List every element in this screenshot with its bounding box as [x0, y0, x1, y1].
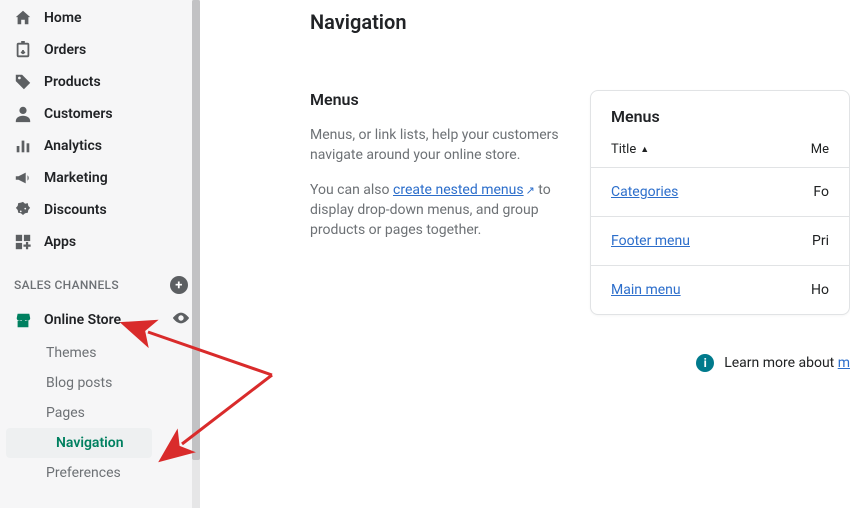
nav-online-store[interactable]: Online Store — [0, 302, 200, 338]
megaphone-icon — [14, 169, 36, 187]
nav-label: Customers — [44, 106, 113, 122]
bars-icon — [14, 137, 36, 155]
nav-label: Orders — [44, 42, 86, 58]
scrollbar-thumb[interactable] — [192, 0, 200, 460]
sort-asc-icon: ▲ — [640, 144, 649, 155]
home-icon — [14, 9, 36, 27]
subnav-blog-posts[interactable]: Blog posts — [0, 368, 200, 398]
nav-analytics[interactable]: Analytics — [0, 130, 200, 162]
tag-icon — [14, 73, 36, 91]
menus-card: Menus Title ▲ Me Categories Fo Footer me… — [590, 90, 850, 315]
subnav-pages[interactable]: Pages — [0, 398, 200, 428]
menus-paragraph-1: Menus, or link lists, help your customer… — [310, 125, 562, 166]
nav-customers[interactable]: Customers — [0, 98, 200, 130]
menus-description: Menus Menus, or link lists, help your cu… — [310, 90, 590, 254]
eye-icon[interactable] — [172, 309, 190, 331]
column-items-header[interactable]: Me — [811, 142, 829, 157]
subnav-navigation[interactable]: Navigation — [6, 428, 152, 458]
add-channel-button[interactable]: + — [170, 276, 188, 294]
learn-more-footer: i Learn more about m — [696, 354, 850, 372]
nav-orders[interactable]: Orders — [0, 34, 200, 66]
menus-heading: Menus — [310, 90, 562, 109]
nav-home[interactable]: Home — [0, 2, 200, 34]
orders-icon — [14, 41, 36, 59]
subnav-themes[interactable]: Themes — [0, 338, 200, 368]
learn-more-link[interactable]: m — [838, 355, 850, 371]
menu-link-categories[interactable]: Categories — [611, 184, 813, 200]
card-heading: Menus — [591, 91, 849, 130]
sales-channels-header: SALES CHANNELS + — [0, 258, 200, 302]
sidebar: Home Orders Products Customers Analytics… — [0, 0, 200, 508]
nav-label: Home — [44, 10, 82, 26]
menu-link-footer[interactable]: Footer menu — [611, 233, 812, 249]
menu-items-cell: Ho — [811, 282, 829, 298]
nav-products[interactable]: Products — [0, 66, 200, 98]
menu-items-cell: Pri — [812, 233, 829, 249]
card-columns-row: Title ▲ Me — [591, 130, 849, 168]
nav-apps[interactable]: Apps — [0, 226, 200, 258]
menu-row: Categories Fo — [591, 168, 849, 217]
store-icon — [14, 311, 36, 329]
nav-label: Discounts — [44, 202, 107, 218]
create-nested-menus-link[interactable]: create nested menus — [393, 182, 524, 198]
nav-label: Online Store — [44, 312, 121, 328]
menus-paragraph-2: You can also create nested menus↗ to dis… — [310, 180, 562, 241]
main-content: Navigation Menus Menus, or link lists, h… — [200, 0, 850, 508]
nav-discounts[interactable]: Discounts — [0, 194, 200, 226]
subnav-preferences[interactable]: Preferences — [0, 458, 200, 488]
page-title: Navigation — [310, 10, 850, 34]
section-label: SALES CHANNELS — [14, 278, 119, 292]
nav-label: Marketing — [44, 170, 108, 186]
info-icon: i — [696, 354, 714, 372]
menu-link-main[interactable]: Main menu — [611, 282, 811, 298]
menu-row: Footer menu Pri — [591, 217, 849, 266]
person-icon — [14, 105, 36, 123]
nav-label: Analytics — [44, 138, 102, 154]
nav-marketing[interactable]: Marketing — [0, 162, 200, 194]
discount-icon — [14, 201, 36, 219]
nav-label: Apps — [44, 234, 76, 250]
apps-icon — [14, 233, 36, 251]
menu-row: Main menu Ho — [591, 266, 849, 314]
menu-items-cell: Fo — [813, 184, 829, 200]
column-title-header[interactable]: Title ▲ — [611, 142, 811, 157]
nav-label: Products — [44, 74, 101, 90]
external-link-icon: ↗ — [526, 184, 535, 197]
